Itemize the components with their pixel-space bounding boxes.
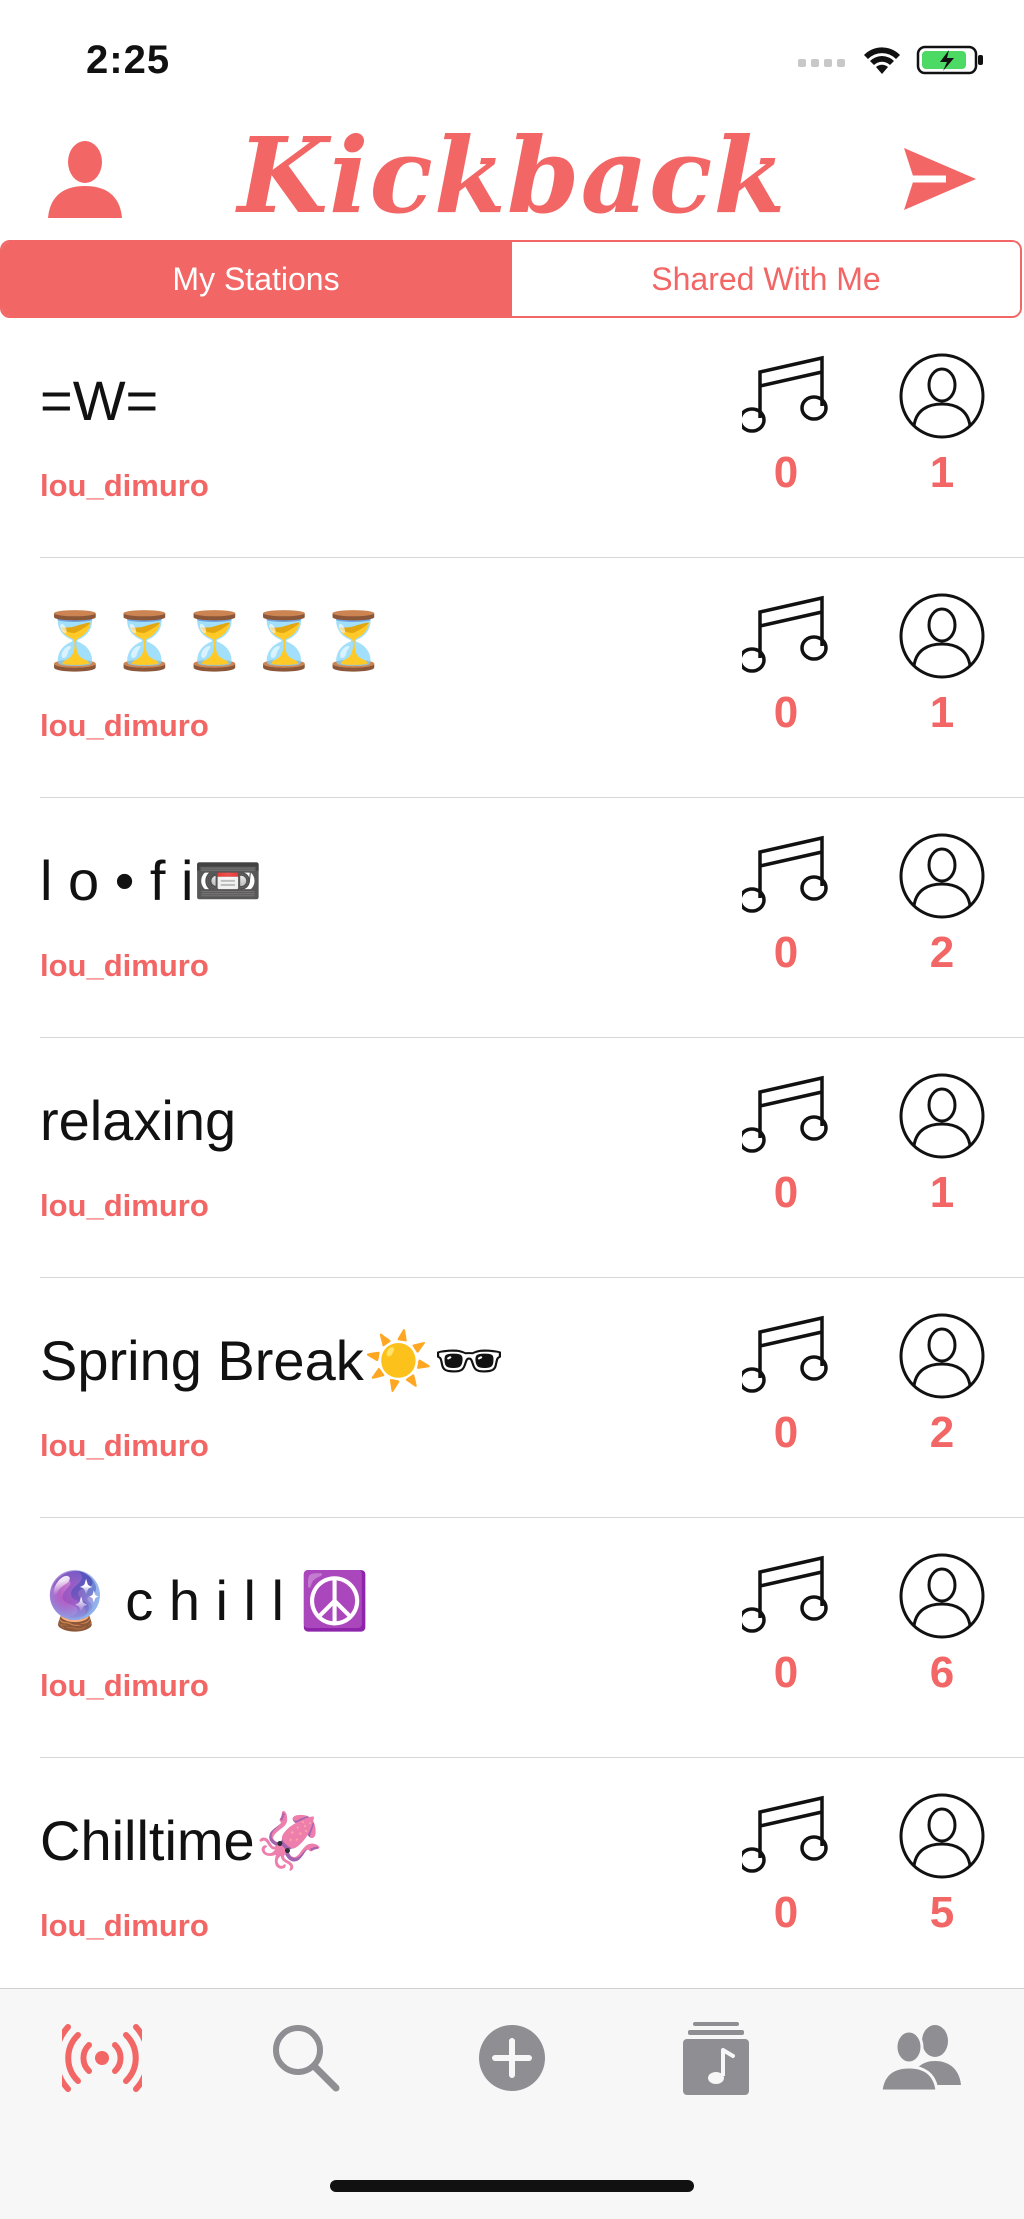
station-name: l o • f i📼 — [40, 849, 264, 912]
station-owner: lou_dimuro — [40, 1668, 209, 1703]
listener-count: 1 — [929, 448, 955, 497]
tab-broadcast[interactable] — [52, 2013, 152, 2103]
person-icon — [48, 141, 122, 218]
friends-icon — [879, 2025, 961, 2093]
station-name: ⏳⏳⏳⏳⏳ — [40, 609, 389, 672]
station-owner: lou_dimuro — [40, 1908, 209, 1943]
song-count: 0 — [773, 1888, 799, 1937]
send-arrow-icon — [904, 148, 976, 210]
music-note-icon — [742, 835, 828, 913]
music-note-icon — [742, 1555, 828, 1633]
home-indicator — [330, 2180, 694, 2192]
station-row[interactable]: relaxing lou_dimuro 0 1 — [0, 1038, 1024, 1278]
send-button[interactable] — [900, 146, 978, 212]
station-row[interactable]: ⏳⏳⏳⏳⏳ lou_dimuro 0 1 — [0, 558, 1024, 798]
cellular-signal-icon — [798, 59, 845, 67]
station-list[interactable]: =W= lou_dimuro 0 1 ⏳⏳⏳⏳⏳ lou_dimuro 0 1 — [0, 318, 1024, 1988]
listener-count: 2 — [929, 928, 955, 977]
profile-button[interactable] — [46, 136, 124, 220]
tab-my-stations[interactable]: My Stations — [2, 242, 510, 316]
music-note-icon — [742, 1075, 828, 1153]
station-row[interactable]: l o • f i📼 lou_dimuro 0 2 — [0, 798, 1024, 1038]
listener-icon — [899, 833, 985, 919]
search-icon — [273, 2025, 340, 2092]
battery-icon — [916, 45, 983, 75]
wifi-icon — [864, 47, 900, 74]
station-name: relaxing — [40, 1089, 237, 1152]
add-circle-icon — [479, 2025, 545, 2091]
listener-count: 5 — [929, 1888, 955, 1937]
station-row[interactable]: Spring Break☀️🕶 lou_dimuro 0 2 — [0, 1278, 1024, 1518]
listener-icon — [899, 1313, 985, 1399]
listener-count: 1 — [929, 1168, 955, 1217]
app-header: Kickback — [0, 120, 1024, 240]
listener-count: 2 — [929, 1408, 955, 1457]
music-note-icon — [742, 1795, 828, 1873]
status-time: 2:25 — [86, 38, 171, 82]
station-filter-segmented-control: My Stations Shared With Me — [0, 240, 1022, 318]
music-note-icon — [742, 1315, 828, 1393]
station-row[interactable]: =W= lou_dimuro 0 1 — [0, 318, 1024, 558]
station-name: =W= — [40, 369, 159, 432]
listener-icon — [899, 1073, 985, 1159]
song-count: 0 — [773, 1168, 799, 1217]
listener-count: 1 — [929, 688, 955, 737]
listener-icon — [899, 353, 985, 439]
song-count: 0 — [773, 448, 799, 497]
app-logo: Kickback — [237, 114, 787, 237]
tab-library[interactable] — [666, 2013, 766, 2103]
tab-add[interactable] — [462, 2013, 562, 2103]
tab-friends[interactable] — [870, 2013, 970, 2103]
station-row[interactable]: Chilltime🦑 lou_dimuro 0 5 — [0, 1758, 1024, 1988]
station-owner: lou_dimuro — [40, 1188, 209, 1223]
listener-icon — [899, 1553, 985, 1639]
tab-search[interactable] — [256, 2013, 356, 2103]
station-owner: lou_dimuro — [40, 948, 209, 983]
music-note-icon — [742, 355, 828, 433]
music-note-icon — [742, 595, 828, 673]
station-name: Spring Break☀️🕶 — [40, 1329, 505, 1392]
station-owner: lou_dimuro — [40, 708, 209, 743]
station-name: 🔮 c h i l l ☮️ — [40, 1569, 370, 1632]
status-bar: 2:25 — [0, 0, 1024, 120]
music-library-icon — [683, 2022, 749, 2095]
song-count: 0 — [773, 1408, 799, 1457]
station-owner: lou_dimuro — [40, 1428, 209, 1463]
broadcast-icon — [62, 2024, 142, 2092]
station-row[interactable]: 🔮 c h i l l ☮️ lou_dimuro 0 6 — [0, 1518, 1024, 1758]
listener-icon — [899, 1793, 985, 1879]
listener-icon — [899, 593, 985, 679]
song-count: 0 — [773, 688, 799, 737]
song-count: 0 — [773, 1648, 799, 1697]
listener-count: 6 — [929, 1648, 955, 1697]
station-name: Chilltime🦑 — [40, 1809, 325, 1872]
status-indicators — [798, 44, 986, 76]
station-owner: lou_dimuro — [40, 468, 209, 503]
song-count: 0 — [773, 928, 799, 977]
tab-shared-with-me[interactable]: Shared With Me — [510, 242, 1020, 316]
